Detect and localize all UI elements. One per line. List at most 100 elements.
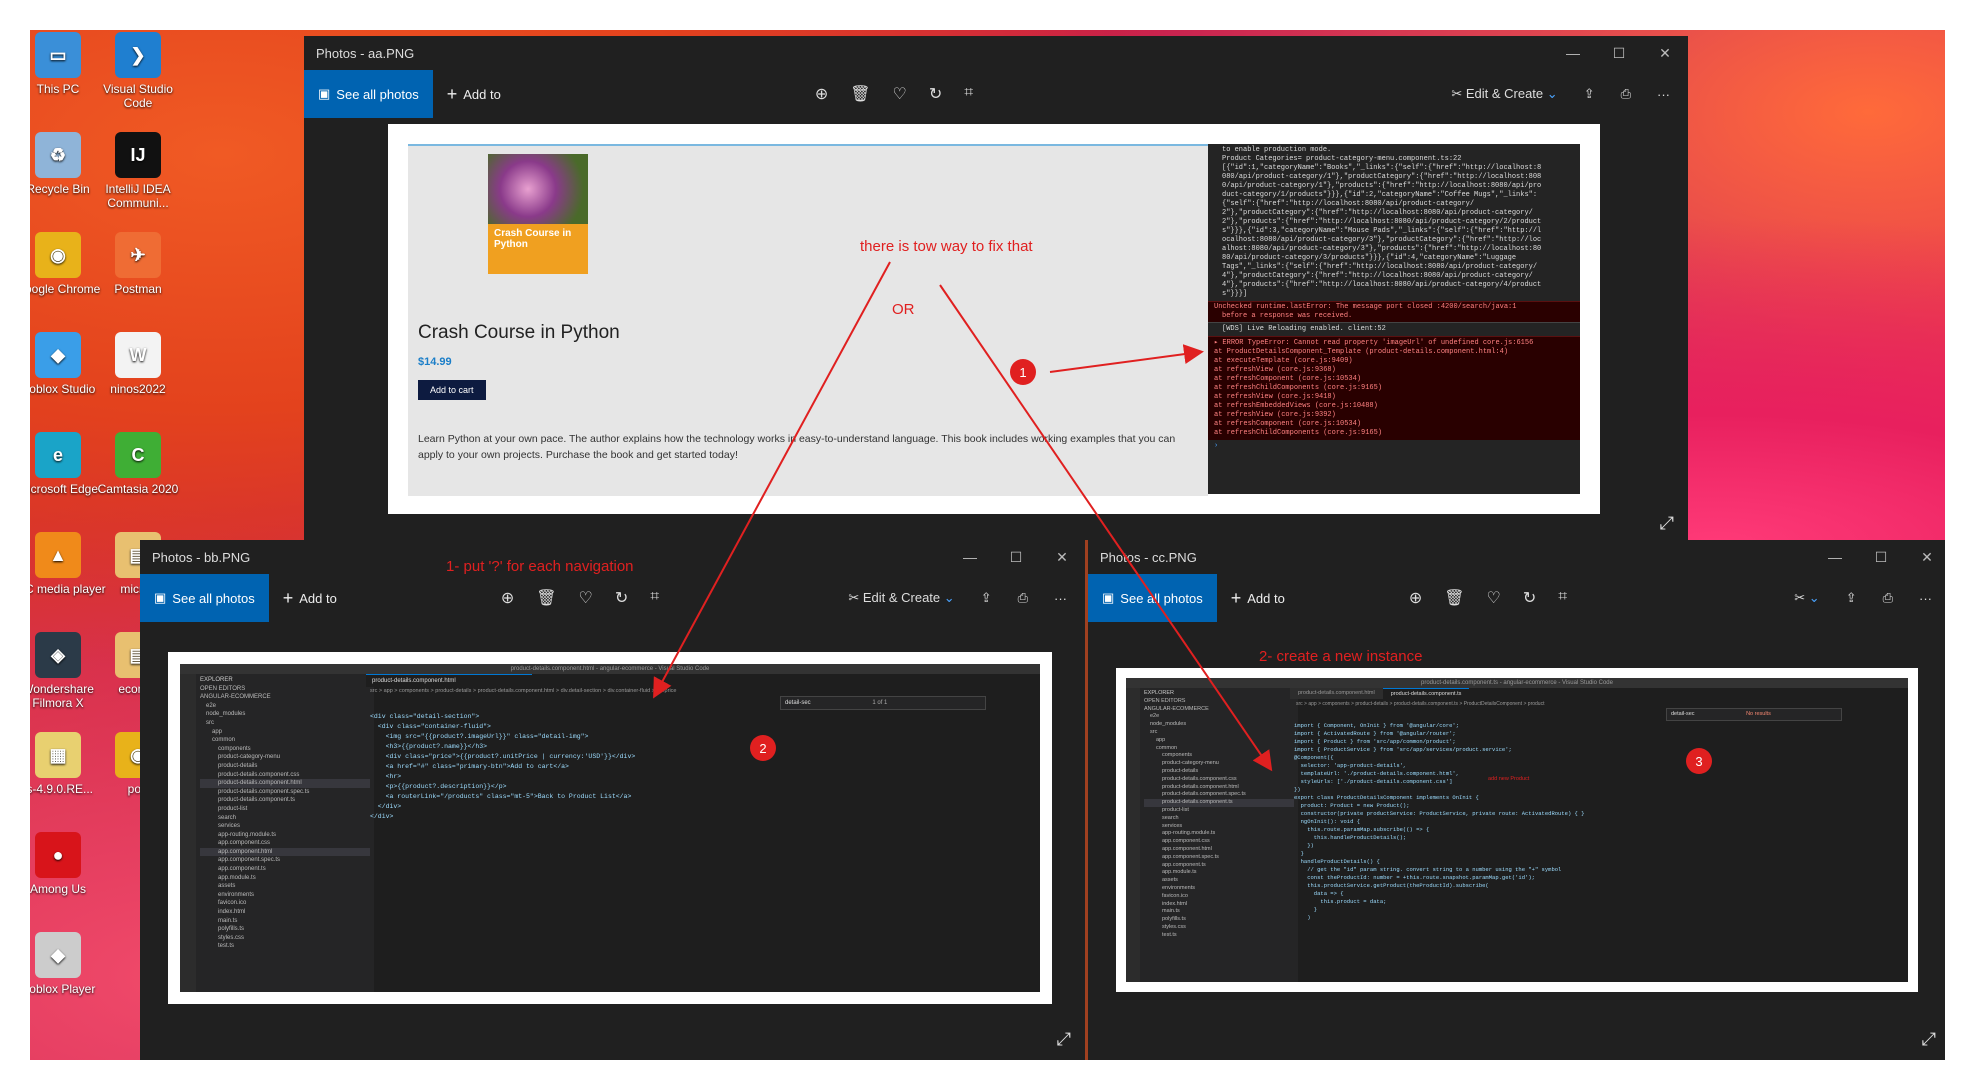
text-line: app.component.html — [1162, 845, 1212, 852]
zoom-icon[interactable]: ⊕ — [501, 588, 514, 608]
text-line: test.ts — [218, 943, 235, 950]
desktop-icon[interactable]: Wninos2022 — [88, 332, 188, 396]
app-icon: C — [115, 432, 161, 478]
code-line: import { Product } from 'src/app/common/… — [1294, 738, 1456, 745]
see-all-photos-button[interactable]: ▣ See all photos — [1088, 574, 1217, 622]
rotate-icon[interactable]: ↻ — [929, 84, 942, 104]
more-icon[interactable]: ··· — [1054, 591, 1067, 606]
explorer-header: EXPLORER — [200, 677, 233, 683]
titlebar: Photos - aa.PNG — ☐ ✕ — [304, 36, 1688, 70]
cover-title: Crash Course in Python — [494, 228, 572, 250]
fullscreen-icon[interactable]: ⤢ — [1660, 513, 1674, 534]
code-editor[interactable]: import { Component, OnInit } from '@angu… — [1290, 722, 1908, 922]
app-icon: ♻ — [35, 132, 81, 178]
crop-icon[interactable]: ⌗ — [964, 84, 973, 104]
desktop-icon[interactable]: C Camtasia 2020 — [88, 432, 188, 496]
crop-icon[interactable]: ⌗ — [1558, 588, 1567, 608]
more-icon[interactable]: ··· — [1919, 591, 1932, 606]
more-icon[interactable]: ··· — [1657, 87, 1670, 102]
code-line: this.handleProductDetails(); — [1294, 834, 1407, 841]
minimize-icon[interactable]: — — [947, 549, 993, 566]
desktop-icon-label: Camtasia 2020 — [97, 482, 179, 496]
desktop-icon[interactable]: ✈ Postman — [88, 232, 188, 296]
text-line: product-details.component.ts — [1144, 799, 1294, 807]
close-icon[interactable]: ✕ — [1642, 45, 1688, 62]
favorite-icon[interactable]: ♡ — [579, 588, 593, 608]
share-icon[interactable]: ⇪ — [1584, 86, 1595, 102]
edit-create-button[interactable]: ✂ ⌄ — [1794, 590, 1819, 606]
maximize-icon[interactable]: ☐ — [993, 549, 1039, 566]
photos-icon: ▣ — [1102, 590, 1115, 605]
maximize-icon[interactable]: ☐ — [1596, 45, 1642, 62]
rotate-icon[interactable]: ↻ — [615, 588, 628, 608]
find-count: No results — [1746, 711, 1771, 717]
delete-icon[interactable]: 🗑 — [850, 84, 870, 104]
edit-create-button[interactable]: ✂ Edit & Create ⌄ — [1451, 86, 1557, 102]
console-error-line: Unchecked runtime.lastError: The message… — [1214, 303, 1517, 311]
share-icon[interactable]: ⇪ — [1846, 590, 1857, 606]
minimize-icon[interactable]: — — [1812, 549, 1858, 566]
editor-tab[interactable]: product-details.component.html — [366, 674, 532, 687]
zoom-icon[interactable]: ⊕ — [1409, 588, 1422, 608]
print-icon[interactable]: ⎙ — [1883, 590, 1893, 606]
text-line: common — [212, 737, 236, 744]
text-line: app-routing.module.ts — [1162, 830, 1216, 837]
share-icon[interactable]: ⇪ — [981, 590, 992, 606]
desktop-icon[interactable]: ❯ Visual Studio Code — [88, 32, 188, 110]
text-line: at refreshEmbeddedViews (core.js:10488) — [1214, 402, 1378, 410]
close-icon[interactable]: ✕ — [1039, 549, 1085, 566]
delete-icon[interactable]: 🗑 — [536, 588, 556, 608]
fullscreen-icon[interactable]: ⤢ — [1922, 1029, 1936, 1050]
see-all-photos-button[interactable]: ▣ See all photos — [140, 574, 269, 622]
text-line: app — [212, 728, 223, 735]
find-input[interactable]: detail-sec — [1671, 711, 1695, 717]
fullscreen-icon[interactable]: ⤢ — [1057, 1029, 1071, 1050]
minimize-icon[interactable]: — — [1550, 45, 1596, 62]
app-icon: ● — [35, 832, 81, 878]
find-input[interactable]: detail-sec — [785, 700, 811, 706]
desktop-icon[interactable]: ◆ Roblox Player — [30, 932, 108, 996]
text-line: at executeTemplate (core.js:9409) — [1214, 357, 1353, 365]
console-prompt[interactable]: › — [1208, 440, 1580, 453]
code-line: import { Component, OnInit } from '@angu… — [1294, 722, 1460, 729]
print-icon[interactable]: ⎙ — [1018, 590, 1028, 606]
app-icon: e — [35, 432, 81, 478]
code-editor[interactable]: <div class="detail-section"> <div class=… — [366, 712, 1040, 822]
see-all-photos-button[interactable]: ▣ See all photos — [304, 70, 433, 118]
file-tree: OPEN EDITORS ANGULAR-ECOMMERCE e2e node_mod… — [1144, 698, 1294, 940]
add-to-button[interactable]: + Add to — [433, 70, 515, 118]
photos-icon: ▣ — [318, 86, 331, 101]
text-line: app.module.ts — [218, 874, 256, 881]
window-title: Photos - aa.PNG — [316, 45, 415, 61]
add-to-button[interactable]: + Add to — [1217, 574, 1299, 622]
zoom-icon[interactable]: ⊕ — [815, 84, 828, 104]
text-line: components — [1162, 752, 1192, 759]
text-line: services — [218, 823, 241, 830]
desktop-icon[interactable]: ● Among Us — [30, 832, 108, 896]
edit-create-button[interactable]: ✂ Edit & Create ⌄ — [848, 590, 954, 606]
desktop-icon[interactable]: IJ IntelliJ IDEA Communi... — [88, 132, 188, 210]
annotation-badge-3: 3 — [1686, 748, 1712, 774]
annotation-top-note: there is tow way to fix that — [860, 238, 1033, 255]
code-line: <div class="detail-section"> — [370, 713, 480, 720]
add-to-button[interactable]: + Add to — [269, 574, 351, 622]
delete-icon[interactable]: 🗑 — [1444, 588, 1464, 608]
text-line: app — [1156, 736, 1166, 743]
add-to-cart-button[interactable]: Add to cart — [418, 380, 486, 400]
editor-tab[interactable]: product-details.component.html — [1290, 688, 1383, 699]
text-line: polyfills.ts — [1162, 916, 1186, 923]
close-icon[interactable]: ✕ — [1904, 549, 1945, 566]
rotate-icon[interactable]: ↻ — [1523, 588, 1536, 608]
text-line: 80/api/product-category/3/products"}}},{… — [1222, 254, 1517, 262]
photos-window-cc: Photos - cc.PNG — ☐ ✕ ▣ See all photos + Add… — [1088, 540, 1945, 1060]
favorite-icon[interactable]: ♡ — [893, 84, 907, 104]
crop-icon[interactable]: ⌗ — [650, 588, 659, 608]
text-line: components — [218, 745, 251, 752]
text-line: test.ts — [1162, 931, 1177, 938]
favorite-icon[interactable]: ♡ — [1487, 588, 1501, 608]
print-icon[interactable]: ⎙ — [1621, 86, 1631, 102]
editor-tab[interactable]: product-details.component.ts — [1382, 688, 1470, 699]
maximize-icon[interactable]: ☐ — [1858, 549, 1904, 566]
code-line: this.route.paramMap.subscribe(() => { — [1294, 826, 1430, 833]
text-line: at refreshView (core.js:9418) — [1214, 393, 1336, 401]
